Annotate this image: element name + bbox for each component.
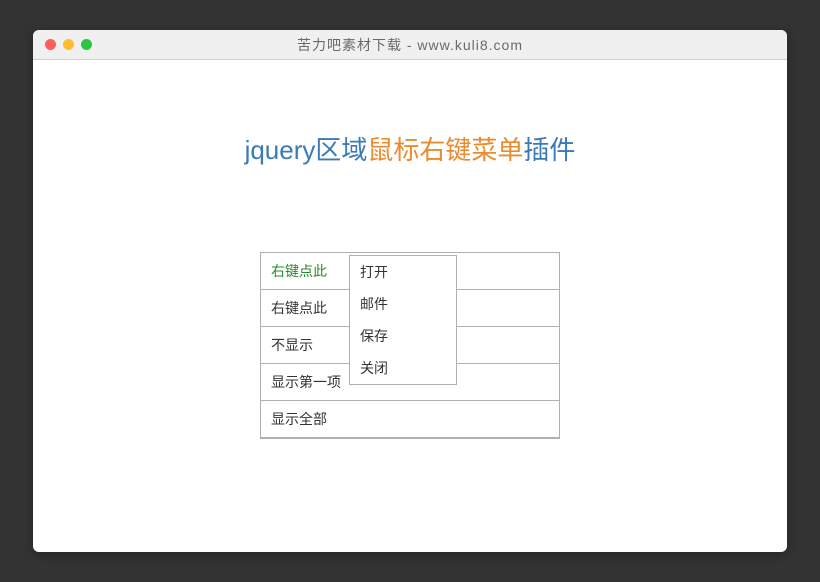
menu-item-close[interactable]: 关闭: [350, 352, 456, 384]
window-title: 苦力吧素材下载 - www.kuli8.com: [33, 35, 787, 55]
window-controls: [45, 39, 92, 50]
heading-part3: 插件: [523, 135, 575, 165]
close-icon[interactable]: [45, 39, 56, 50]
minimize-icon[interactable]: [63, 39, 74, 50]
maximize-icon[interactable]: [81, 39, 92, 50]
demo-list: 右键点此 右键点此 不显示 显示第一项 显示全部 打开 邮件 保存 关闭: [260, 252, 560, 439]
browser-window: 苦力吧素材下载 - www.kuli8.com jquery区域鼠标右键菜单插件…: [33, 30, 787, 552]
list-item[interactable]: 显示全部: [261, 401, 559, 438]
menu-item-mail[interactable]: 邮件: [350, 288, 456, 320]
menu-item-open[interactable]: 打开: [350, 256, 456, 288]
context-menu: 打开 邮件 保存 关闭: [349, 255, 457, 385]
page-title: jquery区域鼠标右键菜单插件: [33, 130, 787, 167]
heading-highlight: 鼠标右键菜单: [367, 135, 523, 165]
heading-part1: jquery区域: [245, 135, 368, 165]
menu-item-save[interactable]: 保存: [350, 320, 456, 352]
content-area: jquery区域鼠标右键菜单插件 右键点此 右键点此 不显示 显示第一项 显示全…: [33, 60, 787, 552]
titlebar: 苦力吧素材下载 - www.kuli8.com: [33, 30, 787, 60]
